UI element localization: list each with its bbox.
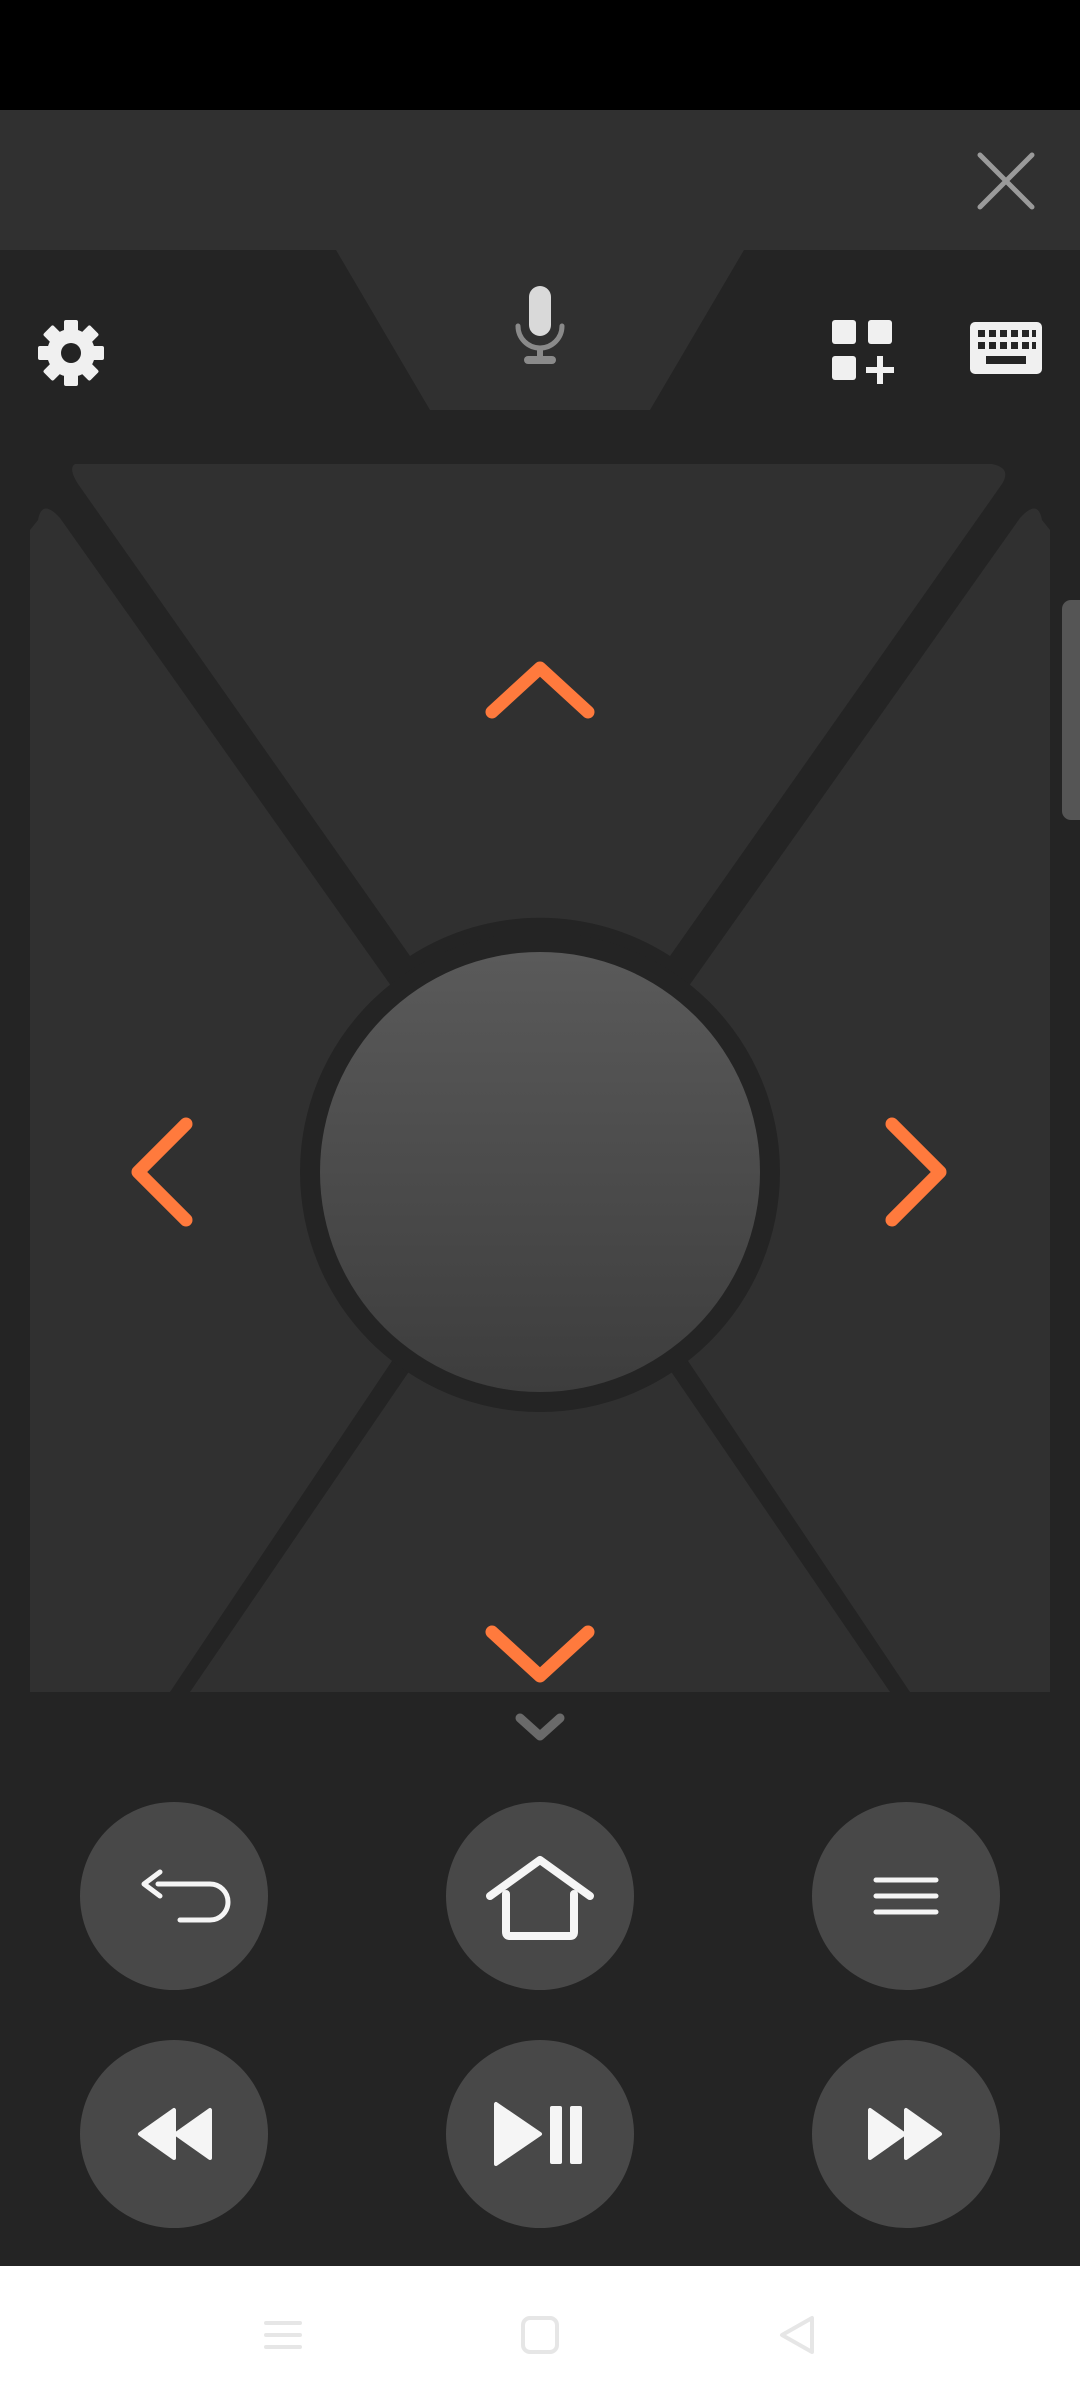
- fast-forward-icon: [868, 2108, 942, 2160]
- back-button[interactable]: [80, 1802, 268, 1990]
- back-icon: [141, 1869, 231, 1923]
- recents-icon: [264, 2321, 302, 2349]
- keyboard-icon: [970, 322, 1042, 374]
- menu-button[interactable]: [812, 1802, 1000, 1990]
- microphone-icon: [515, 286, 565, 364]
- home-square-icon: [521, 2316, 559, 2354]
- chevron-down-icon: [515, 1713, 565, 1741]
- system-back-button[interactable]: [772, 2310, 822, 2360]
- close-icon: [977, 152, 1035, 210]
- home-icon: [486, 1856, 594, 1940]
- top-bar: [0, 110, 1080, 250]
- home-button[interactable]: [446, 1802, 634, 1990]
- play-pause-button[interactable]: [446, 2040, 634, 2228]
- scroll-handle[interactable]: [1062, 600, 1080, 820]
- fast-forward-button[interactable]: [812, 2040, 1000, 2228]
- system-home-button[interactable]: [515, 2310, 565, 2360]
- rewind-button[interactable]: [80, 2040, 268, 2228]
- close-button[interactable]: [970, 145, 1042, 217]
- add-apps-icon: [832, 320, 894, 384]
- collapse-button[interactable]: [510, 1708, 570, 1748]
- keyboard-button[interactable]: [968, 320, 1044, 376]
- menu-icon: [873, 1877, 939, 1915]
- settings-button[interactable]: [34, 316, 108, 390]
- apps-button[interactable]: [828, 316, 900, 388]
- back-triangle-icon: [780, 2316, 814, 2354]
- select-button[interactable]: [320, 952, 760, 1392]
- voice-search-button[interactable]: [490, 282, 590, 382]
- status-bar: [0, 0, 1080, 110]
- rewind-icon: [138, 2108, 212, 2160]
- recents-button[interactable]: [258, 2310, 308, 2360]
- play-pause-icon: [494, 2102, 582, 2166]
- gear-icon: [38, 320, 104, 386]
